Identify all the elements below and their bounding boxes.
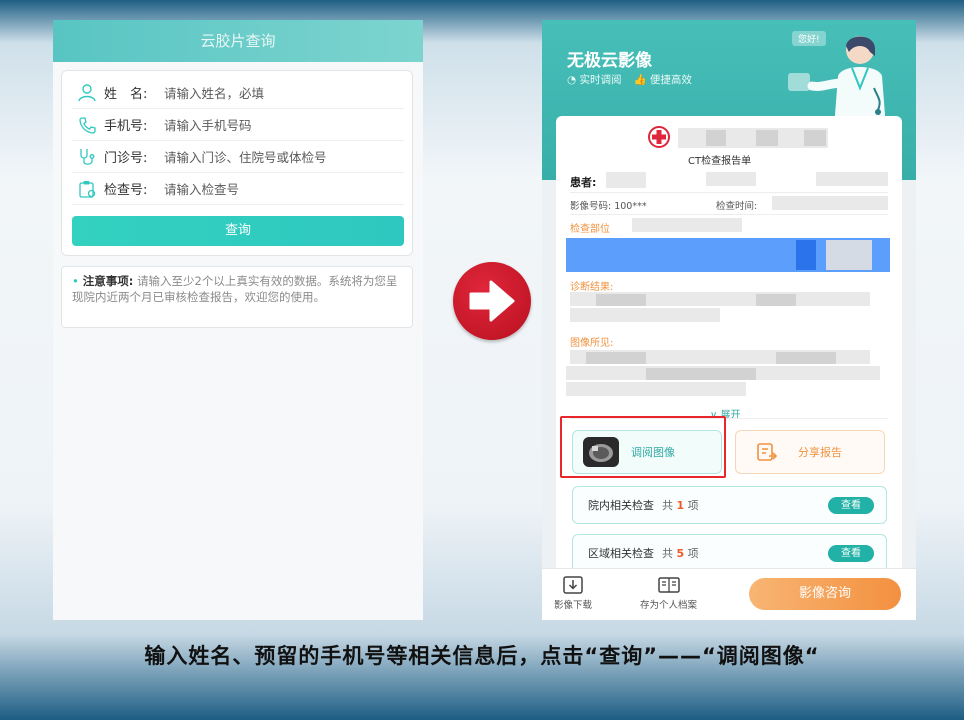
instruction-caption: 输入姓名、预留的手机号等相关信息后，点击“查询”——“调阅图像“: [144, 644, 820, 668]
bottom-bar: 影像下载 存为个人档案 影像咨询: [542, 568, 916, 620]
download-image-button[interactable]: 影像下载: [554, 575, 592, 611]
image-consult-button[interactable]: 影像咨询: [749, 578, 901, 610]
query-button[interactable]: 查询: [72, 216, 404, 246]
download-icon: [563, 576, 583, 594]
view-related-button[interactable]: 查看: [828, 545, 874, 562]
name-field[interactable]: 姓 名: 请输入姓名，必填: [72, 77, 404, 109]
phone-icon: [79, 116, 96, 134]
exam-site-label: 检查部位: [570, 224, 610, 235]
efficient-tag-label: 便捷高效: [649, 74, 692, 86]
exam-no-placeholder: 请输入检查号: [164, 182, 240, 197]
related-exams-region[interactable]: 区域相关检查 共 5 项 查看: [572, 534, 887, 572]
related-exams-hospital[interactable]: 院内相关检查 共 1 项 查看: [572, 486, 887, 524]
exam-no-label: 检查号:: [104, 183, 148, 198]
bullet-dot: •: [72, 274, 79, 288]
outpatient-label: 门诊号:: [104, 151, 148, 166]
highlight-box: [560, 416, 726, 478]
name-label: 姓 名:: [104, 87, 148, 102]
phone-field[interactable]: 手机号: 请输入手机号码: [72, 109, 404, 141]
realtime-tag-label: 实时调阅: [579, 74, 622, 86]
next-step-arrow: [453, 262, 531, 340]
outpatient-field[interactable]: 门诊号: 请输入门诊、住院号或体检号: [72, 141, 404, 173]
share-doc-icon: [757, 443, 778, 461]
findings-label: 图像所见:: [570, 338, 614, 349]
save-archive-button[interactable]: 存为个人档案: [640, 575, 697, 611]
stethoscope-icon: [80, 148, 95, 165]
hospital-cross-icon: [648, 126, 670, 148]
share-report-button[interactable]: 分享报告: [735, 430, 885, 474]
phone-label: 手机号:: [104, 119, 148, 134]
image-number: 影像号码: 100***: [570, 201, 647, 212]
page-title: 云胶片查询: [53, 20, 423, 62]
realtime-tag: ◔ 实时调阅: [567, 74, 622, 86]
outpatient-placeholder: 请输入门诊、住院号或体检号: [164, 150, 327, 165]
efficient-tag: 👍 便捷高效: [633, 74, 692, 86]
related-name: 区域相关检查: [588, 547, 654, 560]
view-related-button[interactable]: 查看: [828, 497, 874, 514]
person-icon: [78, 83, 96, 101]
exam-time-label: 检查时间:: [716, 201, 758, 212]
app-title: 无极云影像: [567, 51, 652, 71]
related-name: 院内相关检查: [588, 499, 654, 512]
doctor-illustration-icon: [788, 36, 886, 128]
right-arrow-icon: [469, 280, 515, 322]
name-placeholder: 请输入姓名，必填: [164, 86, 265, 101]
query-screen: 云胶片查询 姓 名: 请输入姓名，必填 手机号: 请输入手机号码 门诊号: 请输…: [53, 20, 423, 620]
save-label: 存为个人档案: [640, 600, 698, 611]
diagnosis-label: 诊断结果:: [570, 282, 614, 293]
related-count: 共 5 项: [662, 547, 699, 560]
clipboard-icon: [79, 180, 96, 198]
notice-box: • 注意事项: 请输入至少2个以上真实有效的数据。系统将为您呈现院内近两个月已审核…: [61, 266, 413, 328]
exam-no-field[interactable]: 检查号: 请输入检查号: [72, 173, 404, 205]
feature-tags: ◔ 实时调阅 👍 便捷高效: [567, 72, 692, 87]
phone-placeholder: 请输入手机号码: [164, 118, 252, 133]
report-screen: 无极云影像 ◔ 实时调阅 👍 便捷高效 您好! CT检查报告单 患者: 影像号码…: [542, 20, 916, 620]
related-count: 共 1 项: [662, 499, 699, 512]
patient-label: 患者:: [570, 176, 597, 189]
download-label: 影像下载: [554, 600, 593, 611]
notice-title: 注意事项:: [82, 274, 134, 288]
book-icon: [657, 577, 680, 593]
report-title: CT检查报告单: [688, 156, 752, 167]
share-report-label: 分享报告: [798, 446, 842, 459]
query-form: 姓 名: 请输入姓名，必填 手机号: 请输入手机号码 门诊号: 请输入门诊、住院…: [61, 70, 413, 256]
